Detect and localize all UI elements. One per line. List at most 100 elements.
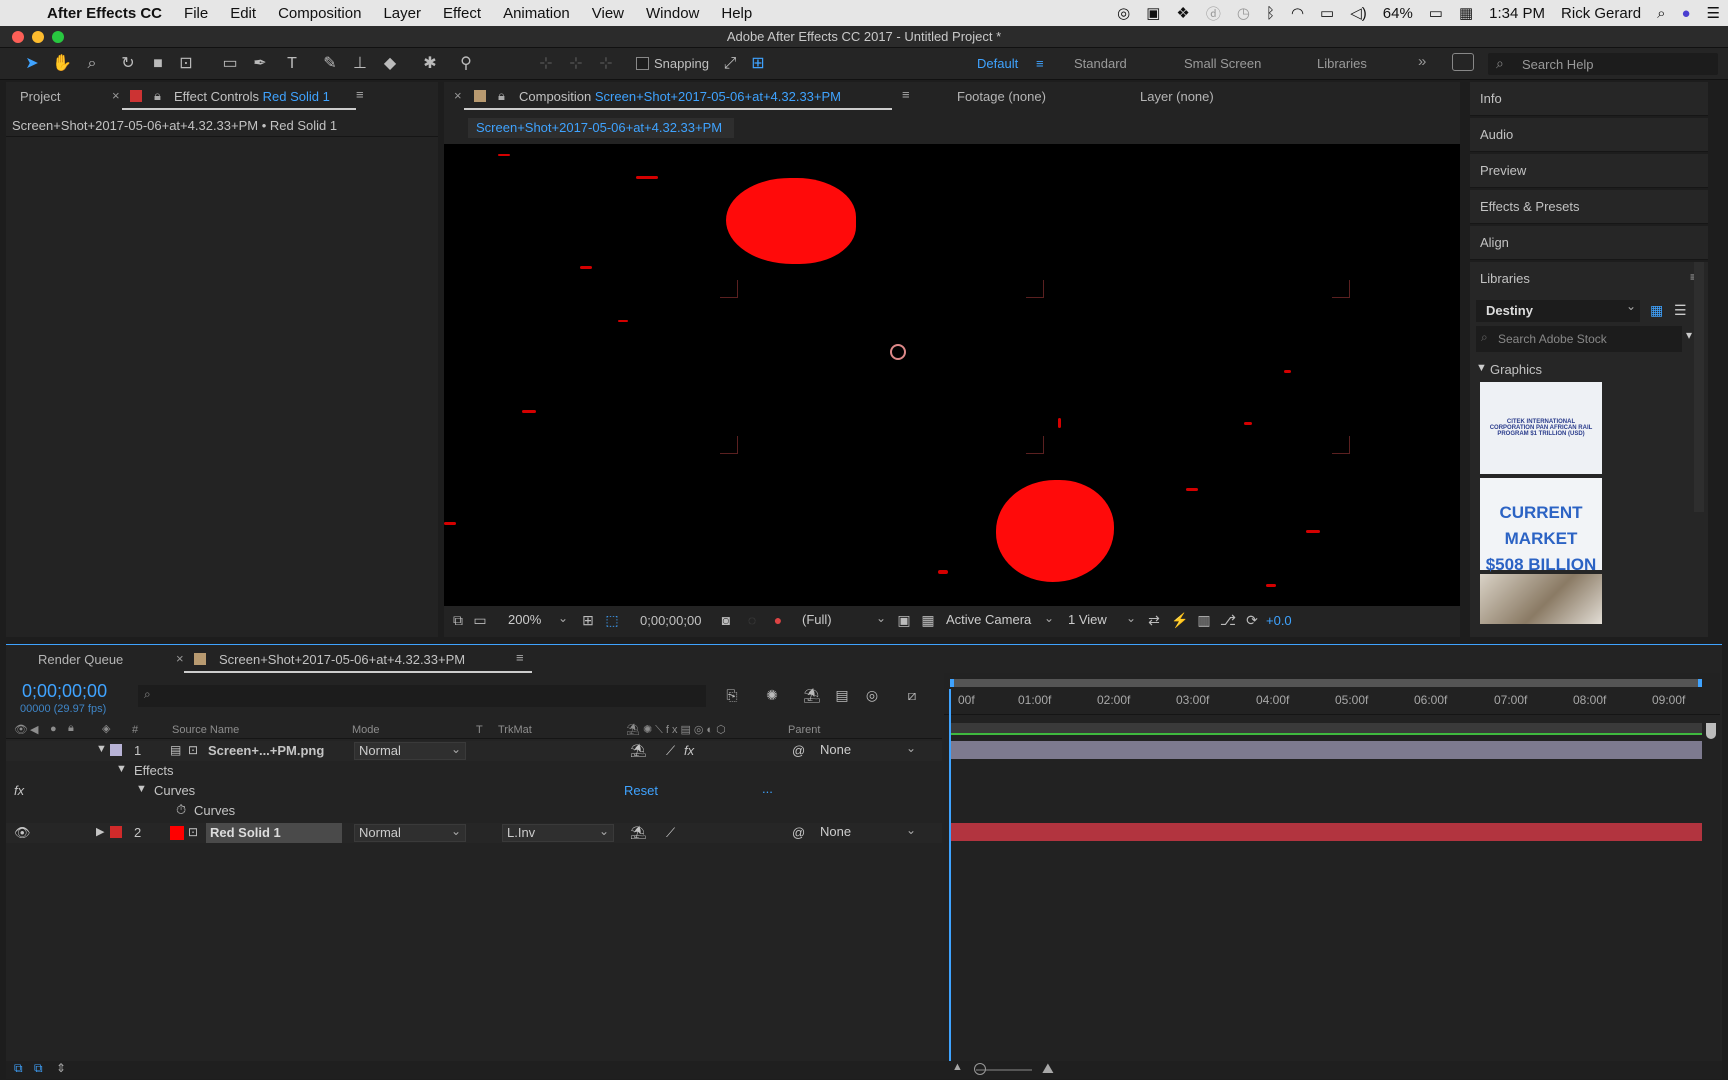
- menu-edit[interactable]: Edit: [219, 5, 267, 22]
- current-time-display[interactable]: 0;00;00;00: [22, 681, 107, 702]
- effects-group-row[interactable]: ▼ Effects: [6, 761, 942, 781]
- current-time-indicator[interactable]: [949, 689, 951, 1069]
- camera-dropdown[interactable]: Active Camera: [942, 610, 1058, 630]
- parent-dropdown[interactable]: None: [816, 740, 920, 760]
- menu-effect[interactable]: Effect: [432, 5, 492, 22]
- column-source-name[interactable]: Source Name: [172, 724, 239, 736]
- workspace-overflow-icon[interactable]: »: [1418, 53, 1426, 70]
- menu-help[interactable]: Help: [710, 5, 763, 22]
- time-navigator-end[interactable]: [1706, 723, 1716, 739]
- clone-stamp-tool-icon[interactable]: ⊥: [350, 54, 370, 74]
- anchor-point-icon[interactable]: [890, 344, 906, 360]
- transparency-grid-icon[interactable]: ▦: [918, 610, 938, 630]
- time-machine-icon[interactable]: ◷: [1229, 4, 1258, 22]
- roto-brush-tool-icon[interactable]: ✱: [420, 54, 440, 74]
- channel-icon[interactable]: ●: [768, 610, 788, 630]
- app-menu[interactable]: After Effects CC: [33, 5, 173, 22]
- close-tab-icon[interactable]: ×: [454, 88, 462, 103]
- fast-previews-icon[interactable]: ⚡: [1170, 610, 1190, 630]
- reset-link[interactable]: Reset: [624, 783, 658, 798]
- panel-menu-icon[interactable]: ≡: [356, 87, 364, 102]
- snapshot-icon[interactable]: ◙: [716, 610, 736, 630]
- workspace-libraries[interactable]: Libraries: [1317, 56, 1367, 71]
- frame-blending-icon[interactable]: ▤: [832, 685, 852, 705]
- mask-visibility-icon[interactable]: ⬚: [602, 610, 622, 630]
- dropbox-icon[interactable]: ❖: [1168, 4, 1197, 22]
- resolution-grid-icon[interactable]: ⊞: [578, 610, 598, 630]
- parent-pickwhip-icon[interactable]: @: [792, 743, 805, 758]
- notification-center-icon[interactable]: ☰: [1699, 4, 1728, 22]
- always-preview-icon[interactable]: ⧉: [448, 610, 468, 630]
- stopwatch-icon[interactable]: ⏱︎: [176, 802, 186, 818]
- layer-label-color[interactable]: [110, 744, 122, 756]
- search-help-toggle-icon[interactable]: [1452, 53, 1474, 71]
- in-out-toggle-icon[interactable]: ⇕: [56, 1061, 66, 1075]
- wifi-icon[interactable]: ◠: [1283, 4, 1312, 22]
- visibility-toggle[interactable]: [14, 745, 26, 757]
- draft-3d-icon[interactable]: ✺: [762, 685, 782, 705]
- transfer-controls-toggle-icon[interactable]: ⧉: [34, 1061, 43, 1076]
- layer-search-field[interactable]: ⌕: [138, 685, 706, 707]
- flowchart-icon[interactable]: ⎇: [1218, 610, 1238, 630]
- view-layout-dropdown[interactable]: 1 View: [1064, 610, 1140, 630]
- scrollbar[interactable]: [1694, 262, 1704, 512]
- spotlight-icon[interactable]: ⌕: [1649, 5, 1673, 22]
- curves-property-row[interactable]: ⏱︎ Curves: [6, 801, 942, 821]
- zoom-in-icon[interactable]: ⛰: [1042, 1060, 1054, 1077]
- workspace-menu-icon[interactable]: ≡: [1036, 56, 1044, 71]
- graphic-thumbnail[interactable]: [1480, 574, 1602, 624]
- hand-tool-icon[interactable]: ✋: [52, 54, 72, 74]
- menu-animation[interactable]: Animation: [492, 5, 581, 22]
- pan-behind-tool-icon[interactable]: ⊡: [176, 54, 196, 74]
- close-tab-icon[interactable]: ×: [112, 88, 120, 103]
- comp-viewer[interactable]: [444, 144, 1460, 606]
- tab-render-queue[interactable]: Render Queue: [38, 652, 123, 667]
- tab-timeline-comp[interactable]: Screen+Shot+2017-05-06+at+4.32.33+PM: [219, 652, 465, 667]
- stock-filter-icon[interactable]: ▾: [1686, 328, 1692, 342]
- exposure-value[interactable]: +0.0: [1266, 613, 1292, 628]
- viewer-timecode[interactable]: 0;00;00;00: [640, 613, 701, 628]
- solo-icon[interactable]: ●: [50, 723, 57, 735]
- expand-triangle-icon[interactable]: ▼: [96, 743, 107, 755]
- user-name[interactable]: Rick Gerard: [1553, 5, 1649, 22]
- close-tab-icon[interactable]: ×: [176, 651, 184, 666]
- time-graph[interactable]: 00f 01:00f 02:00f 03:00f 04:00f 05:00f 0…: [944, 673, 1720, 1069]
- pen-tool-icon[interactable]: ✒: [250, 54, 270, 74]
- collapse-triangle-icon[interactable]: ▼: [1476, 362, 1487, 374]
- tab-effect-controls[interactable]: Effect Controls Red Solid 1: [174, 89, 330, 104]
- axis-view-icon[interactable]: ⊹: [596, 54, 616, 74]
- airplay-icon[interactable]: ▭: [1312, 4, 1342, 22]
- resolution-dropdown[interactable]: (Full): [798, 610, 890, 630]
- reset-exposure-icon[interactable]: ⟳: [1242, 610, 1262, 630]
- track-matte-dropdown[interactable]: L.Inv: [502, 823, 614, 842]
- quality-switch-icon[interactable]: ⟋: [666, 743, 675, 759]
- expand-triangle-icon[interactable]: ▼: [116, 763, 127, 775]
- type-tool-icon[interactable]: T: [282, 54, 302, 74]
- eye-icon[interactable]: 👁︎: [14, 825, 31, 841]
- list-view-icon[interactable]: ☰: [1674, 302, 1687, 319]
- panel-menu-icon[interactable]: ≡: [902, 87, 910, 102]
- zoom-window-icon[interactable]: [52, 31, 64, 43]
- tab-project[interactable]: Project: [20, 89, 60, 104]
- show-snapshot-icon[interactable]: ◌: [742, 610, 762, 630]
- shy-switch-icon[interactable]: ⛱: [630, 743, 647, 759]
- work-area-bar[interactable]: [950, 679, 1702, 687]
- snap-features-icon[interactable]: ⊞: [748, 54, 768, 74]
- effect-options-link[interactable]: ...: [762, 781, 773, 796]
- tab-composition[interactable]: Composition Screen+Shot+2017-05-06+at+4.…: [519, 89, 841, 104]
- comp-mini-flowchart-icon[interactable]: ⎘: [722, 685, 742, 705]
- layer-1-bar[interactable]: [950, 741, 1702, 759]
- battery-icon[interactable]: ▭: [1421, 4, 1451, 22]
- siri-icon[interactable]: ●: [1673, 5, 1698, 22]
- expand-triangle-icon[interactable]: ▶: [96, 825, 104, 838]
- label-icon[interactable]: ◈: [102, 722, 110, 735]
- eye-icon[interactable]: 👁︎: [14, 723, 28, 736]
- effects-presets-panel[interactable]: Effects & Presets: [1470, 190, 1708, 224]
- puppet-pin-tool-icon[interactable]: ⚲: [456, 54, 476, 74]
- clock[interactable]: 1:34 PM: [1481, 5, 1553, 22]
- layer-row[interactable]: 👁︎ ▶ 2 ⊡ Red Solid 1 Normal L.Inv ⛱ ⟋ @ …: [6, 822, 942, 843]
- snap-edges-icon[interactable]: ⤢: [720, 54, 740, 74]
- hide-shy-layers-icon[interactable]: ⛱: [802, 685, 822, 705]
- rectangle-tool-icon[interactable]: ▭: [220, 54, 240, 74]
- calendar-icon[interactable]: ▦: [1451, 4, 1481, 22]
